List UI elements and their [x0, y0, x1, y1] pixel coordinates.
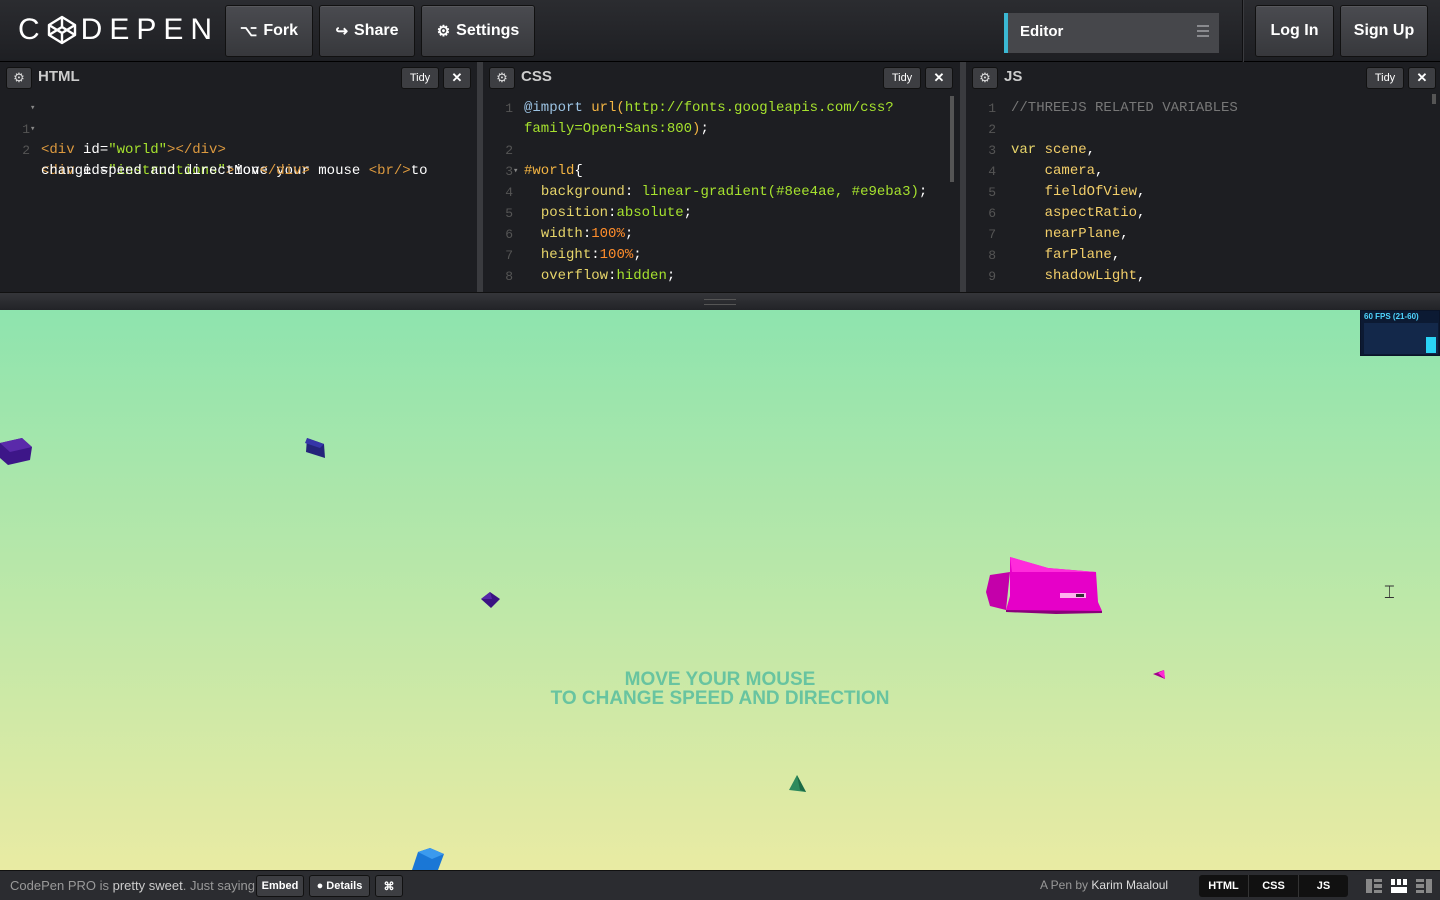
editor-panes: ⚙ HTML Tidy ✕ 1 ▾ <div id="world"></div> …	[0, 62, 1440, 292]
comment-icon: ●	[316, 880, 324, 892]
js-code-editor[interactable]: 1//THREEJS RELATED VARIABLES 2 3 var scen…	[966, 98, 1440, 287]
embed-button[interactable]: Embed	[256, 875, 304, 897]
pro-promo-text[interactable]: CodePen PRO is pretty sweet. Just saying…	[10, 878, 259, 893]
css-pane: ⚙ CSS Tidy ✕ 1 @import url(http://fonts.g…	[483, 62, 960, 292]
codepen-logo-text: C DEPEN	[18, 13, 220, 46]
promo-suffix: . Just saying.	[182, 878, 259, 893]
css-tidy-button[interactable]: Tidy	[883, 67, 921, 89]
layout-right-icon[interactable]	[1416, 879, 1432, 893]
fps-stats-panel[interactable]: 60 FPS (21-60)	[1360, 310, 1440, 356]
js-scrollbar[interactable]	[1432, 94, 1436, 104]
css-close-icon[interactable]: ✕	[925, 67, 953, 89]
signup-button[interactable]: Sign Up	[1340, 5, 1428, 57]
scene-canvas	[0, 438, 1165, 870]
settings-button[interactable]: ⚙ Settings	[421, 5, 535, 57]
keyboard-shortcuts-button[interactable]: ⌘	[375, 875, 403, 897]
floating-cube	[412, 848, 444, 870]
js-pane-title: JS	[1004, 68, 1023, 85]
pen-byline: A Pen by Karim Maaloul	[1040, 878, 1168, 892]
preview-iframe[interactable]: MOVE YOUR MOUSE TO CHANGE SPEED AND DIRE…	[0, 310, 1440, 870]
fps-label: 60 FPS (21-60)	[1364, 312, 1419, 321]
footer-bar: CodePen PRO is pretty sweet. Just saying…	[0, 870, 1440, 900]
login-label: Log In	[1270, 22, 1319, 39]
author-link[interactable]: Karim Maaloul	[1091, 878, 1168, 892]
layout-switcher	[1366, 879, 1432, 893]
floating-pyramid	[789, 775, 806, 792]
gear-icon: ⚙	[436, 23, 451, 40]
byline-prefix: A Pen by	[1040, 878, 1089, 892]
view-switcher: HTML CSS JS	[1199, 875, 1348, 897]
view-js-button[interactable]: JS	[1299, 875, 1348, 897]
menu-icon	[1197, 25, 1209, 37]
css-scrollbar[interactable]	[950, 96, 954, 182]
topbar-divider	[1242, 0, 1243, 62]
details-button[interactable]: ● Details	[309, 875, 370, 897]
instructions-line-2: TO CHANGE SPEED AND DIRECTION	[550, 688, 890, 709]
html-pane: ⚙ HTML Tidy ✕ 1 ▾ <div id="world"></div> …	[0, 62, 477, 292]
html-code-editor[interactable]: 1 ▾ <div id="world"></div> 2 ▾ <div id="in…	[0, 98, 477, 179]
html-close-icon[interactable]: ✕	[443, 67, 471, 89]
code-line: 1 ▾ <div id="world"></div>	[22, 103, 226, 158]
pane-divider[interactable]	[477, 62, 483, 292]
grip-icon	[704, 299, 736, 305]
floating-cube	[305, 438, 325, 458]
share-label: Share	[354, 22, 399, 39]
css-settings-gear-icon[interactable]: ⚙	[489, 67, 515, 89]
pane-divider[interactable]	[960, 62, 966, 292]
floating-cube	[481, 592, 500, 608]
view-html-button[interactable]: HTML	[1199, 875, 1249, 897]
js-close-icon[interactable]: ✕	[1408, 67, 1436, 89]
editor-view-label: Editor	[1020, 23, 1064, 40]
command-key-icon: ⌘	[383, 880, 395, 893]
pink-character	[986, 557, 1102, 614]
html-pane-header: ⚙ HTML Tidy ✕	[0, 62, 477, 92]
fps-graph	[1364, 323, 1438, 354]
codepen-logo[interactable]: C DEPEN	[18, 12, 219, 48]
fork-icon: ⌥	[240, 23, 258, 40]
login-button[interactable]: Log In	[1255, 5, 1334, 57]
js-settings-gear-icon[interactable]: ⚙	[972, 67, 998, 89]
text-cursor-icon: ⌶	[1384, 582, 1395, 602]
js-tidy-button[interactable]: Tidy	[1366, 67, 1404, 89]
signup-label: Sign Up	[1353, 22, 1415, 39]
preview-resize-handle[interactable]	[0, 292, 1440, 310]
layout-left-icon[interactable]	[1366, 879, 1382, 893]
floating-cube	[0, 438, 32, 465]
instructions-text: MOVE YOUR MOUSE TO CHANGE SPEED AND DIRE…	[0, 670, 1440, 708]
css-pane-header: ⚙ CSS Tidy ✕	[483, 62, 960, 92]
js-pane: ⚙ JS Tidy ✕ 1//THREEJS RELATED VARIABLES…	[966, 62, 1440, 292]
html-tidy-button[interactable]: Tidy	[401, 67, 439, 89]
fork-button[interactable]: ⌥ Fork	[225, 5, 313, 57]
html-settings-gear-icon[interactable]: ⚙	[6, 67, 32, 89]
top-bar: C DEPEN ⌥ Fork ↪ Share ⚙ Settings Editor	[0, 0, 1440, 62]
share-button[interactable]: ↪ Share	[319, 5, 415, 57]
js-pane-header: ⚙ JS Tidy ✕	[966, 62, 1440, 92]
css-code-editor[interactable]: 1 @import url(http://fonts.googleapis.com…	[483, 98, 960, 287]
html-pane-title: HTML	[38, 68, 80, 85]
details-label: Details	[326, 880, 363, 892]
embed-label: Embed	[261, 880, 299, 892]
codepen-cube-icon	[47, 15, 76, 45]
editor-view-select[interactable]: Editor	[1004, 13, 1219, 53]
settings-label: Settings	[456, 22, 520, 39]
instructions-line-1: MOVE YOUR MOUSE	[624, 669, 816, 690]
layout-top-icon[interactable]	[1391, 879, 1407, 893]
fork-label: Fork	[263, 22, 298, 39]
view-css-button[interactable]: CSS	[1249, 875, 1299, 897]
css-pane-title: CSS	[521, 68, 552, 85]
code-line: change speed and direction</div>	[41, 163, 310, 179]
promo-bold: pretty sweet	[112, 878, 183, 893]
fps-bar	[1426, 337, 1436, 353]
code-line: 2 ▾ <div id="instructions">Move your mous…	[22, 124, 428, 179]
share-icon: ↪	[335, 23, 349, 40]
promo-prefix: CodePen PRO is	[10, 878, 109, 893]
